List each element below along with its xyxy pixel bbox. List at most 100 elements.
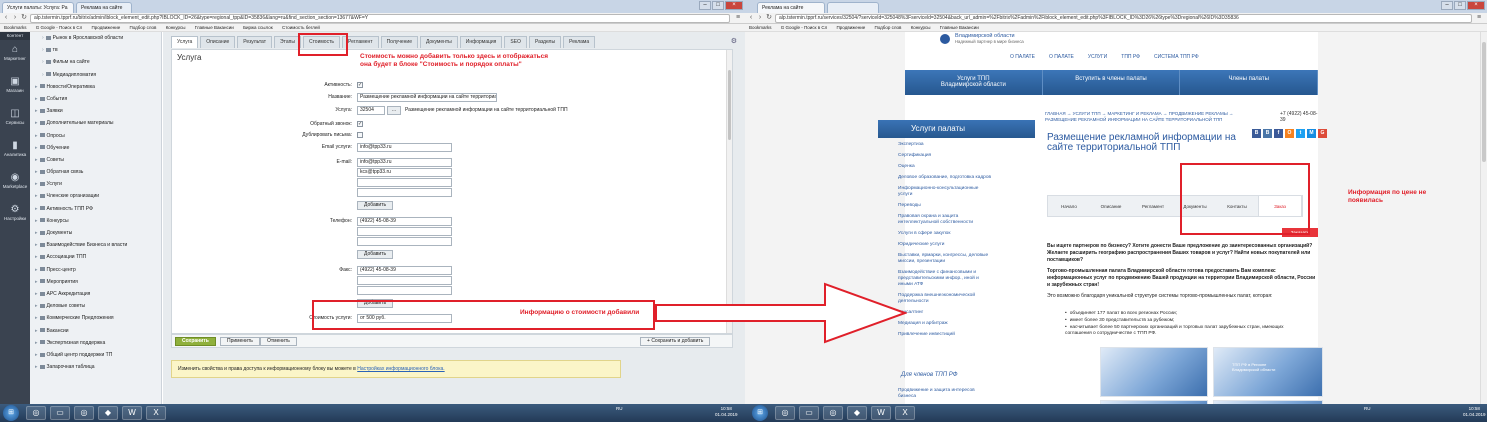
bookmark-item[interactable]: Стоимость беглей — [282, 25, 320, 30]
form-tab[interactable]: Результат — [237, 36, 273, 48]
tree-item[interactable]: ▸ Активность ТПП РФ — [30, 203, 161, 215]
email-service-input[interactable]: info@tpp33.ru — [357, 143, 452, 152]
email-input[interactable]: kcs@tpp33.ru — [357, 168, 452, 177]
top-menu-item[interactable]: О ПАЛАТЕ — [1049, 54, 1074, 60]
minimize-icon[interactable]: – — [699, 1, 711, 10]
reload-icon[interactable]: ↻ — [20, 14, 28, 22]
tree-item[interactable]: ▸ Советы — [30, 154, 161, 166]
maximize-icon[interactable]: □ — [1454, 1, 1466, 10]
tree-item[interactable]: ▸ Коммерческие Предложения — [30, 312, 161, 324]
app-icon[interactable]: ◆ — [847, 406, 867, 420]
sidebar-item[interactable]: Оценка — [898, 164, 993, 170]
folder-icon[interactable]: ▭ — [799, 406, 819, 420]
bookmark-item[interactable]: Подбор слов — [875, 25, 902, 30]
social-share-icon[interactable]: G — [1318, 129, 1327, 138]
admin-nav-item[interactable]: ⌂ Маркетинг — [0, 40, 30, 72]
expand-icon[interactable]: ▸ — [35, 291, 38, 297]
tree-item[interactable]: ▸ Услуги — [30, 178, 161, 190]
admin-nav-item[interactable]: ◉ Marketplace — [0, 168, 30, 200]
tree-item[interactable]: ▸ Деловые советы — [30, 300, 161, 312]
tree-item[interactable]: ▸ Опросы — [30, 130, 161, 142]
form-tab[interactable]: Услуга — [171, 36, 199, 48]
url-input[interactable]: alp.tstermin.tpprf.ru/bitrix/admin/ibloc… — [30, 14, 730, 23]
fax-input[interactable] — [357, 276, 452, 285]
sidebar-item[interactable]: Консалтинг — [898, 310, 993, 316]
email-input[interactable] — [357, 178, 452, 187]
expand-icon[interactable]: ▸ — [35, 230, 38, 236]
expand-icon[interactable]: ▸ — [35, 279, 38, 285]
expand-icon[interactable]: › — [42, 72, 44, 78]
reload-icon[interactable]: ↻ — [765, 14, 773, 22]
tree-item[interactable]: ▸ Вакансии — [30, 325, 161, 337]
expand-icon[interactable]: › — [42, 47, 44, 53]
expand-icon[interactable]: ▸ — [35, 352, 38, 358]
tpp-logo[interactable] — [940, 34, 950, 44]
admin-nav-item[interactable]: ⚙ Настройки — [0, 200, 30, 232]
expand-icon[interactable]: ▸ — [35, 108, 38, 114]
social-share-icon[interactable]: O — [1285, 129, 1294, 138]
word-icon[interactable]: W — [122, 406, 142, 420]
chrome-icon[interactable]: ◎ — [823, 406, 843, 420]
back-icon[interactable]: ‹ — [747, 14, 755, 22]
expand-icon[interactable]: ▸ — [35, 340, 38, 346]
bookmark-item[interactable]: Bookmarks — [749, 25, 772, 30]
bookmark-item[interactable]: Биржа ссылок — [243, 25, 273, 30]
tree-item[interactable]: › Фильм на сайте — [30, 56, 161, 68]
form-tab[interactable]: Этапы — [274, 36, 301, 48]
bookmark-item[interactable]: Главные Вакансии — [195, 25, 234, 30]
menu-icon[interactable]: ≡ — [1475, 14, 1483, 22]
admin-nav-item[interactable]: Контент — [0, 32, 30, 40]
tree-item[interactable]: ▸ Экспертизная поддержка — [30, 337, 161, 349]
main-menu-item[interactable]: Вступить в члены палаты — [1043, 70, 1181, 95]
expand-icon[interactable]: ▸ — [35, 145, 38, 151]
service-tab[interactable]: Регламент — [1132, 196, 1174, 216]
duplicate-checkbox[interactable] — [357, 132, 363, 138]
expand-icon[interactable]: ▸ — [35, 181, 38, 187]
sidebar-item[interactable]: Взаимодействие с финансовыми и представи… — [898, 270, 993, 288]
sidebar-item[interactable]: Сертификация — [898, 153, 993, 159]
sidebar-item[interactable]: Экспертиза — [898, 142, 993, 148]
social-share-icon[interactable]: M — [1307, 129, 1316, 138]
service-select-button[interactable]: … — [387, 106, 401, 115]
form-tab[interactable]: Информация — [459, 36, 503, 48]
expand-icon[interactable]: › — [42, 35, 44, 41]
form-tab[interactable]: Разделы — [528, 36, 562, 48]
expand-icon[interactable]: ▸ — [35, 218, 38, 224]
bookmark-item[interactable]: Конкурсы — [166, 25, 186, 30]
sidebar-item[interactable]: Деловое образование, подготовка кадров — [898, 175, 993, 181]
top-menu-item[interactable]: УСЛУГИ — [1088, 54, 1107, 60]
phone-input[interactable] — [357, 227, 452, 236]
form-tab[interactable]: Реклама — [563, 36, 596, 48]
active-checkbox[interactable]: ✓ — [357, 82, 363, 88]
service-tab[interactable]: Описание — [1090, 196, 1132, 216]
tree-item[interactable]: ▸ Заявки — [30, 105, 161, 117]
add-phone-button[interactable]: Добавить — [357, 250, 394, 259]
breadcrumb[interactable]: ГЛАВНАЯ → УСЛУГИ ТПП → МАРКЕТИНГ И РЕКЛА… — [1045, 111, 1255, 123]
menu-icon[interactable]: ≡ — [734, 14, 742, 22]
phone-input[interactable]: (4922) 45-08-39 — [357, 217, 452, 226]
sidebar-item[interactable]: Привлечение инвестиций — [898, 332, 993, 338]
word-icon[interactable]: W — [871, 406, 891, 420]
expand-icon[interactable]: › — [42, 59, 44, 65]
save-button[interactable]: Сохранить — [175, 337, 216, 346]
phone-input[interactable] — [357, 237, 452, 246]
tree-item[interactable]: › Рынок в Ярославской области — [30, 32, 161, 44]
expand-icon[interactable]: ▸ — [35, 120, 38, 126]
form-tab[interactable]: Получение — [380, 36, 418, 48]
forward-icon[interactable]: › — [756, 14, 764, 22]
tree-item[interactable]: ▸ Документы — [30, 227, 161, 239]
browser-tab[interactable]: Услуги палаты: Услуга: Ра — [2, 2, 74, 13]
expand-icon[interactable]: ▸ — [35, 96, 38, 102]
folder-icon[interactable]: ▭ — [50, 406, 70, 420]
tree-item[interactable]: ▸ Пресс-центр — [30, 264, 161, 276]
tree-item[interactable]: › Медиадипломатия — [30, 69, 161, 81]
service-tab[interactable]: Начало — [1048, 196, 1090, 216]
back-icon[interactable]: ‹ — [2, 14, 10, 22]
sidebar-item[interactable]: Продвижение и защита интересов бизнеса — [898, 388, 993, 400]
form-tab[interactable]: SEO — [504, 36, 527, 48]
cancel-button[interactable]: Отменить — [260, 337, 297, 346]
page-scrollbar[interactable] — [1480, 32, 1487, 404]
sidebar-item[interactable]: Информационно-консультационные услуги — [898, 186, 993, 198]
bookmark-item[interactable]: Главные Вакансии — [940, 25, 979, 30]
fax-input[interactable] — [357, 286, 452, 295]
